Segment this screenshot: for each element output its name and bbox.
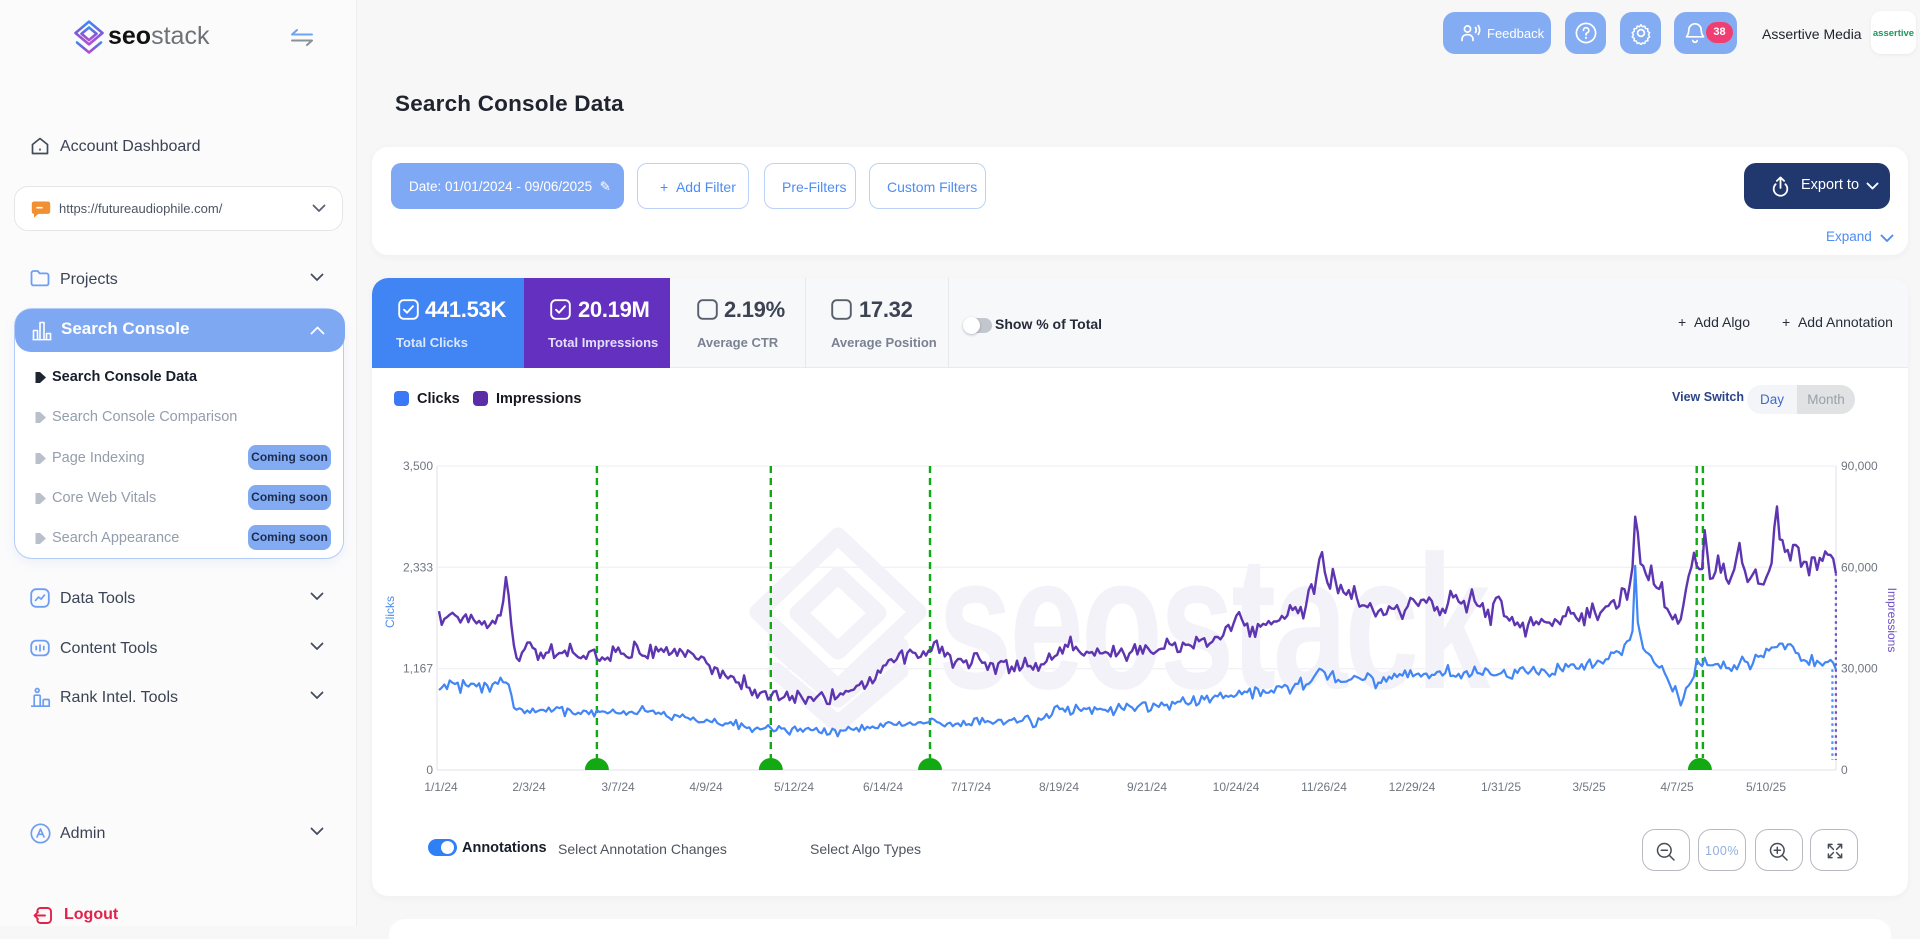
svg-text:11/26/24: 11/26/24	[1301, 780, 1347, 794]
svg-text:9/21/24: 9/21/24	[1127, 780, 1167, 794]
svg-text:5/10/25: 5/10/25	[1746, 780, 1786, 794]
svg-text:90,000: 90,000	[1841, 459, 1878, 473]
svg-text:8/19/24: 8/19/24	[1039, 780, 1079, 794]
svg-text:Impressions: Impressions	[1885, 588, 1899, 653]
svg-text:0: 0	[1841, 763, 1848, 777]
svg-text:1,167: 1,167	[403, 662, 433, 676]
svg-text:3/7/24: 3/7/24	[601, 780, 635, 794]
svg-text:7/17/24: 7/17/24	[951, 780, 991, 794]
svg-text:10/24/24: 10/24/24	[1213, 780, 1260, 794]
svg-text:30,000: 30,000	[1841, 662, 1878, 676]
svg-text:4/7/25: 4/7/25	[1660, 780, 1694, 794]
svg-text:6/14/24: 6/14/24	[863, 780, 903, 794]
svg-text:3,500: 3,500	[403, 459, 433, 473]
svg-text:Clicks: Clicks	[383, 596, 397, 628]
svg-text:60,000: 60,000	[1841, 560, 1878, 574]
svg-text:1/31/25: 1/31/25	[1481, 780, 1521, 794]
svg-text:1/1/24: 1/1/24	[424, 780, 458, 794]
svg-text:5/12/24: 5/12/24	[774, 780, 814, 794]
svg-text:12/29/24: 12/29/24	[1389, 780, 1436, 794]
svg-text:0: 0	[426, 763, 433, 777]
svg-text:4/9/24: 4/9/24	[689, 780, 723, 794]
svg-text:3/5/25: 3/5/25	[1572, 780, 1606, 794]
svg-text:2,333: 2,333	[403, 560, 433, 574]
svg-text:2/3/24: 2/3/24	[512, 780, 546, 794]
